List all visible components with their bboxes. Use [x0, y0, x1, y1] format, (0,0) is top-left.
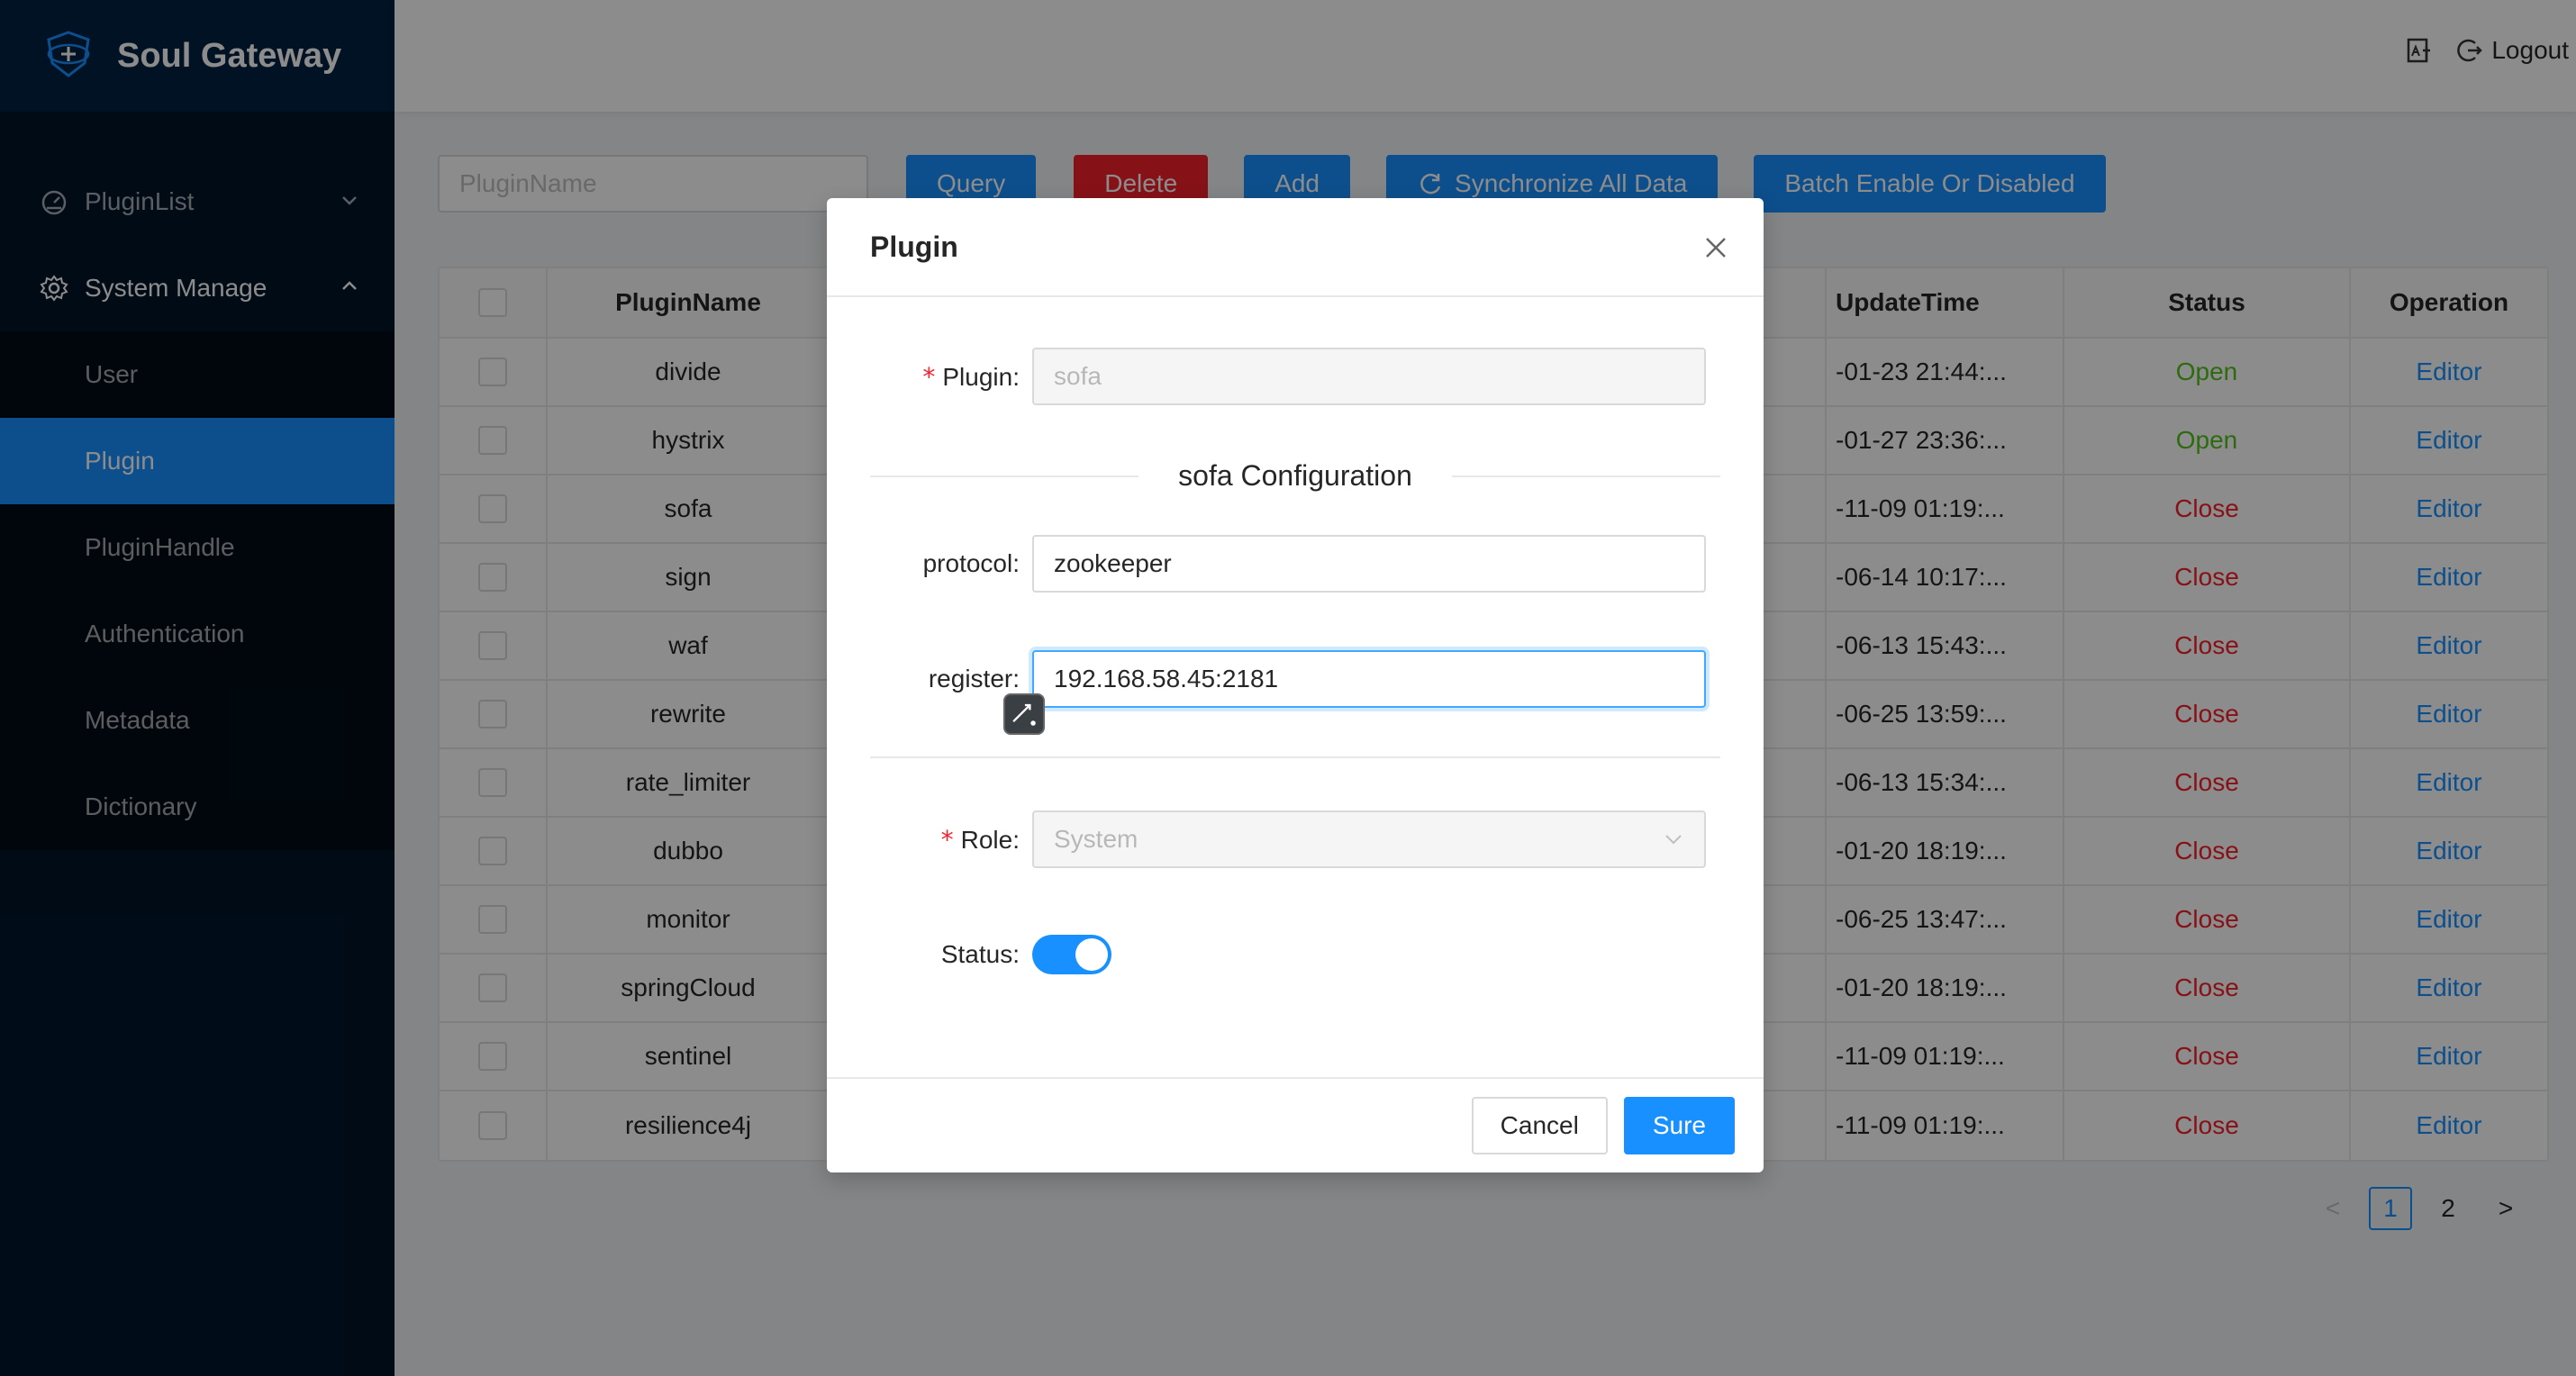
status-label: Status: — [827, 940, 1032, 969]
ime-indicator-icon[interactable] — [1003, 693, 1045, 735]
label-text: Status — [940, 940, 1013, 968]
plugin-field[interactable]: sofa — [1032, 348, 1706, 405]
required-mark: * — [922, 361, 936, 392]
required-mark: * — [940, 824, 954, 855]
label-colon: : — [1012, 665, 1020, 693]
register-label: register: — [827, 665, 1032, 693]
section-title: sofa Configuration — [1178, 459, 1412, 492]
toggle-knob — [1075, 938, 1108, 971]
label-colon: : — [1012, 549, 1020, 577]
plugin-field-row: * Plugin: sofa — [827, 348, 1764, 405]
protocol-field-row: protocol: zookeeper — [827, 535, 1764, 593]
label-text: Plugin — [942, 362, 1013, 391]
divider-line — [1451, 475, 1720, 477]
divider-line — [870, 475, 1139, 477]
label-text: register — [928, 665, 1013, 693]
status-field-row: Status: — [827, 935, 1764, 974]
label-colon: : — [1012, 825, 1020, 854]
modal-header: Plugin — [827, 198, 1764, 297]
modal-footer: Cancel Sure — [827, 1077, 1764, 1172]
sure-button[interactable]: Sure — [1623, 1097, 1735, 1154]
plugin-label: * Plugin: — [827, 362, 1032, 392]
status-toggle[interactable] — [1032, 935, 1111, 974]
label-text: Role — [960, 825, 1013, 854]
protocol-label: protocol: — [827, 549, 1032, 578]
role-field-row: * Role: System — [827, 810, 1764, 868]
cancel-button[interactable]: Cancel — [1471, 1097, 1608, 1154]
label-text: protocol — [922, 549, 1013, 577]
role-select[interactable]: System — [1032, 810, 1706, 868]
label-colon: : — [1012, 362, 1020, 391]
section-divider — [870, 756, 1720, 758]
register-field-row: register: 192.168.58.45:2181 — [827, 650, 1764, 708]
modal-title: Plugin — [870, 230, 958, 263]
plugin-modal: Plugin * Plugin: sofa sofa Configuration … — [827, 198, 1764, 1172]
role-label: * Role: — [827, 825, 1032, 855]
role-value: System — [1054, 825, 1138, 853]
label-colon: : — [1012, 940, 1020, 968]
config-divider: sofa Configuration — [870, 459, 1720, 493]
close-icon[interactable] — [1702, 234, 1729, 261]
register-field[interactable]: 192.168.58.45:2181 — [1032, 650, 1706, 708]
protocol-field[interactable]: zookeeper — [1032, 535, 1706, 593]
chevron-down-icon — [1665, 835, 1682, 845]
